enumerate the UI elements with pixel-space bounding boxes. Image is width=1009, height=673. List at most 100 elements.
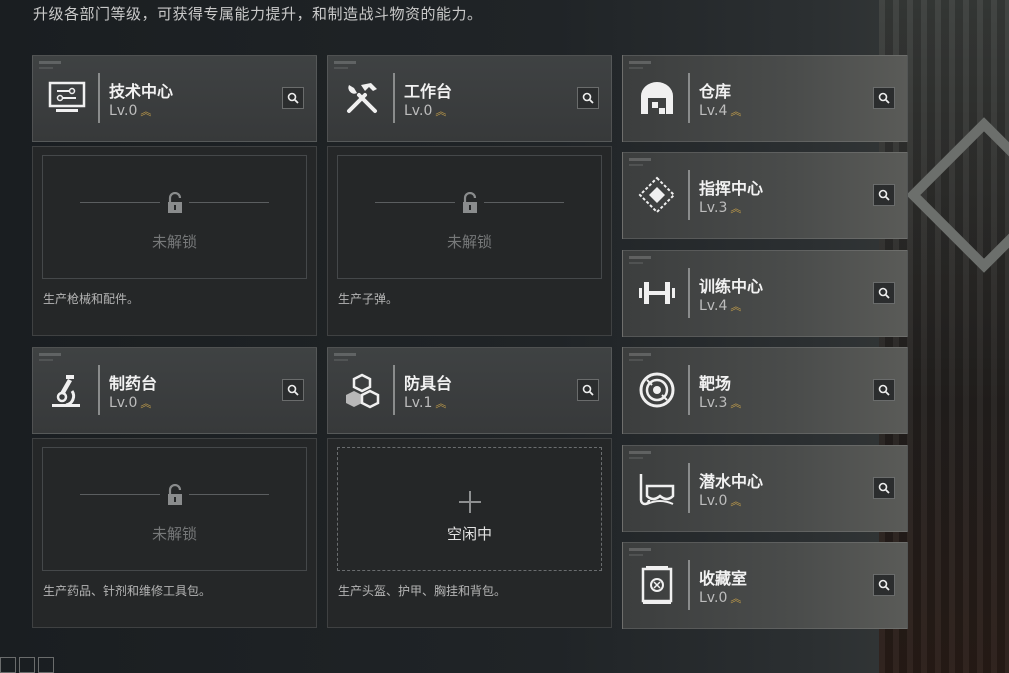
divider bbox=[98, 73, 100, 123]
inspect-button[interactable] bbox=[282, 87, 304, 109]
facility-card-tech-center[interactable]: 技术中心 Lv.0 ︽ bbox=[32, 55, 317, 142]
card-tag bbox=[629, 164, 643, 166]
search-icon bbox=[878, 287, 890, 299]
level-text: Lv.0 bbox=[699, 493, 728, 509]
card-tag bbox=[629, 61, 651, 64]
divider bbox=[80, 494, 160, 495]
card-tag bbox=[629, 359, 643, 361]
facility-description: 生产枪械和配件。 bbox=[43, 292, 140, 306]
search-icon bbox=[287, 92, 299, 104]
inspect-button[interactable] bbox=[873, 477, 895, 499]
corner-decoration bbox=[0, 657, 54, 673]
facility-name: 潜水中心 bbox=[699, 472, 764, 491]
card-tag bbox=[334, 67, 348, 69]
armor-cubes-icon bbox=[340, 368, 384, 412]
divider bbox=[189, 202, 269, 203]
inspect-button[interactable] bbox=[873, 87, 895, 109]
inspect-button[interactable] bbox=[873, 379, 895, 401]
facility-level: Lv.3 ︽ bbox=[699, 200, 741, 216]
facility-card-armor-bench[interactable]: 防具台 Lv.1 ︽ bbox=[327, 347, 612, 434]
divider bbox=[688, 463, 690, 513]
card-tag bbox=[39, 359, 53, 361]
idle-status: 空闲中 bbox=[446, 525, 492, 543]
facility-description: 生产药品、针剂和维修工具包。 bbox=[43, 584, 212, 598]
plus-icon bbox=[458, 491, 481, 513]
lock-status: 未解锁 bbox=[446, 233, 492, 251]
facility-card-collection-room[interactable]: 收藏室 Lv.0 ︽ bbox=[622, 542, 908, 629]
production-slot-idle[interactable]: 空闲中 bbox=[337, 447, 602, 571]
level-text: Lv.3 bbox=[699, 395, 728, 411]
locked-slot: 未解锁 bbox=[337, 155, 602, 279]
monitor-icon bbox=[45, 76, 89, 120]
upgrade-chevron-icon: ︽ bbox=[730, 592, 741, 605]
divider bbox=[688, 73, 690, 123]
inspect-button[interactable] bbox=[282, 379, 304, 401]
upgrade-chevron-icon: ︽ bbox=[730, 300, 741, 313]
divider bbox=[688, 365, 690, 415]
upgrade-chevron-icon: ︽ bbox=[140, 397, 151, 410]
level-text: Lv.0 bbox=[109, 103, 138, 119]
divider bbox=[393, 365, 395, 415]
facility-level: Lv.4 ︽ bbox=[699, 103, 741, 119]
facility-name: 防具台 bbox=[404, 374, 453, 393]
card-tag bbox=[39, 67, 53, 69]
facility-description: 生产头盔、护甲、胸挂和背包。 bbox=[338, 584, 507, 598]
facility-level: Lv.0 ︽ bbox=[699, 493, 741, 509]
facility-card-shooting-range[interactable]: 靶场 Lv.3 ︽ bbox=[622, 347, 908, 434]
dumbbell-icon bbox=[635, 271, 679, 315]
inspect-button[interactable] bbox=[577, 379, 599, 401]
facility-level: Lv.3 ︽ bbox=[699, 395, 741, 411]
card-tag bbox=[629, 353, 651, 356]
divider bbox=[484, 202, 564, 203]
facility-card-diving-center[interactable]: 潜水中心 Lv.0 ︽ bbox=[622, 445, 908, 532]
warehouse-icon bbox=[635, 76, 679, 120]
card-tag bbox=[334, 359, 348, 361]
facility-card-pharmacy[interactable]: 制药台 Lv.0 ︽ bbox=[32, 347, 317, 434]
command-icon bbox=[635, 173, 679, 217]
microscope-icon bbox=[45, 368, 89, 412]
divider bbox=[688, 170, 690, 220]
upgrade-chevron-icon: ︽ bbox=[730, 202, 741, 215]
facility-card-warehouse[interactable]: 仓库 Lv.4 ︽ bbox=[622, 55, 908, 142]
facility-name: 指挥中心 bbox=[699, 179, 764, 198]
facility-name: 技术中心 bbox=[109, 82, 174, 101]
facility-production-panel: 未解锁 生产子弹。 bbox=[327, 146, 612, 336]
locked-slot: 未解锁 bbox=[42, 447, 307, 571]
level-text: Lv.1 bbox=[404, 395, 433, 411]
lock-status: 未解锁 bbox=[151, 525, 197, 543]
inspect-button[interactable] bbox=[873, 184, 895, 206]
facility-card-command-center[interactable]: 指挥中心 Lv.3 ︽ bbox=[622, 152, 908, 239]
card-tag bbox=[334, 353, 356, 356]
facility-level: Lv.0 ︽ bbox=[109, 395, 151, 411]
lock-icon bbox=[167, 484, 182, 505]
facility-name: 训练中心 bbox=[699, 277, 764, 296]
inspect-button[interactable] bbox=[873, 574, 895, 596]
facility-description: 生产子弹。 bbox=[338, 292, 399, 306]
facility-production-panel: 未解锁 生产药品、针剂和维修工具包。 bbox=[32, 438, 317, 628]
search-icon bbox=[582, 92, 594, 104]
upgrade-chevron-icon: ︽ bbox=[730, 397, 741, 410]
card-tag bbox=[629, 554, 643, 556]
divider bbox=[80, 202, 160, 203]
level-text: Lv.0 bbox=[699, 590, 728, 606]
facility-card-training-center[interactable]: 训练中心 Lv.4 ︽ bbox=[622, 250, 908, 337]
divider bbox=[688, 560, 690, 610]
level-text: Lv.0 bbox=[404, 103, 433, 119]
inspect-button[interactable] bbox=[577, 87, 599, 109]
diving-mask-icon bbox=[635, 466, 679, 510]
facility-card-workbench[interactable]: 工作台 Lv.0 ︽ bbox=[327, 55, 612, 142]
inspect-button[interactable] bbox=[873, 282, 895, 304]
facility-level: Lv.0 ︽ bbox=[699, 590, 741, 606]
facility-production-panel: 空闲中 生产头盔、护甲、胸挂和背包。 bbox=[327, 438, 612, 628]
upgrade-chevron-icon: ︽ bbox=[730, 495, 741, 508]
card-tag bbox=[629, 457, 643, 459]
facility-name: 制药台 bbox=[109, 374, 158, 393]
search-icon bbox=[878, 384, 890, 396]
facility-level: Lv.1 ︽ bbox=[404, 395, 446, 411]
divider bbox=[375, 202, 455, 203]
search-icon bbox=[878, 92, 890, 104]
divider bbox=[98, 365, 100, 415]
card-tag bbox=[39, 61, 61, 64]
lock-status: 未解锁 bbox=[151, 233, 197, 251]
search-icon bbox=[878, 189, 890, 201]
